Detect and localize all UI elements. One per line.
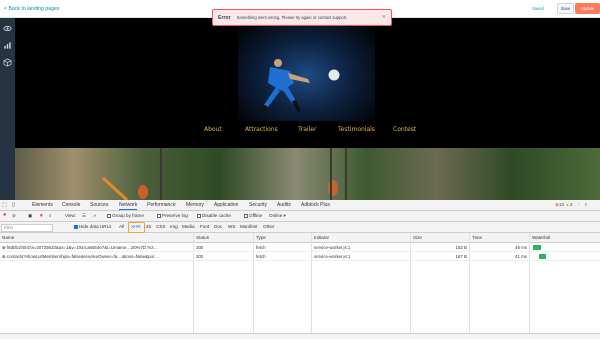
table-row[interactable]: ⊕ contacts?showListMemberships=false&res… [0,252,600,261]
type-filter-img[interactable]: Img [170,224,178,229]
tab-memory[interactable]: Memory [186,202,204,208]
preserve-log-checkbox[interactable]: Preserve log [157,213,188,218]
request-status: 200 [196,254,204,259]
tab-performance[interactable]: Performance [147,202,176,208]
type-filter-all[interactable]: All [119,224,124,229]
large-rows-icon[interactable]: ☰ [82,213,86,219]
type-filter-css[interactable]: CSS [156,224,165,229]
request-time: 41 ms [515,254,527,259]
hide-data-urls-checkbox[interactable]: Hide data URLs [74,224,111,229]
chart-icon[interactable] [3,41,12,50]
eye-icon[interactable] [3,24,12,33]
device-toggle-icon[interactable]: ▯ [12,202,15,208]
request-size: 182 B [455,245,467,250]
filter-icon[interactable]: ▼ [39,213,44,218]
column-name[interactable]: Name [2,235,14,240]
save-button[interactable]: Save [557,3,574,14]
request-time: 45 ms [515,245,527,250]
request-type: fetch [256,245,266,250]
request-name: ⊕ f8d0b1f4047a=20725633&ax=1&v=1044.a655… [2,245,159,250]
request-initiator-link[interactable]: service-worker.js:1 [314,254,350,259]
tab-security[interactable]: Security [249,202,267,208]
camera-icon[interactable]: ▣ [28,213,32,219]
close-devtools-icon[interactable]: × [585,202,588,207]
offline-label: Offline [249,213,263,218]
column-waterfall[interactable]: Waterfall [532,235,550,240]
type-filter-ws[interactable]: WS [228,224,235,229]
view-label: View: [65,213,77,218]
tab-sources[interactable]: Sources [90,202,108,208]
overview-icon[interactable]: ⩘ [93,213,96,218]
search-icon[interactable]: ⌕ [49,213,52,218]
inspect-icon[interactable]: ⬚ [2,202,7,208]
box-icon[interactable] [3,58,12,67]
nav-link-trailer[interactable]: Trailer [298,126,316,133]
clear-icon[interactable]: ⊘ [12,213,16,219]
network-table-header: Name Status Type Initiator Size Time Wat… [0,233,600,243]
tab-console[interactable]: Console [62,202,80,208]
tab-application[interactable]: Application [214,202,238,208]
update-button[interactable]: Update [575,3,600,14]
devtools-tab-bar: ⬚ ▯ Elements Console Sources Network Per… [0,200,600,211]
column-initiator[interactable]: Initiator [314,235,329,240]
disable-cache-checkbox[interactable]: Disable cache [197,213,231,218]
error-warning-counter[interactable]: ⊗13 ▲2 ⋮ × [555,202,587,208]
disable-cache-label: Disable cache [202,213,231,218]
column-time[interactable]: Time [472,235,482,240]
network-filter-bar: Filter Hide data URLs All XHR JS CSS Img… [0,222,600,233]
hide-data-urls-label: Hide data URLs [79,224,112,229]
tab-audits[interactable]: Audits [277,202,291,208]
request-name: ⊕ contacts?showListMemberships=false&res… [2,254,159,259]
tab-network[interactable]: Network [119,202,138,210]
nav-link-about[interactable]: About [204,126,222,133]
back-to-landing-pages-link[interactable]: < Back to landing pages [4,6,60,12]
record-icon[interactable]: ● [3,212,6,218]
error-title: Error [218,14,231,21]
table-row[interactable]: ⊕ f8d0b1f4047a=20725633&ax=1&v=1044.a655… [0,243,600,252]
jungle-scene-image [15,148,600,202]
type-filter-js[interactable]: JS [146,224,151,229]
error-message: Something went wrong. Please try again o… [236,15,348,20]
throttling-select[interactable]: Online ▾ [269,213,286,219]
column-status[interactable]: Status [196,235,209,240]
request-initiator-link[interactable]: service-worker.js:1 [314,245,350,250]
column-type[interactable]: Type [256,235,266,240]
type-filter-other[interactable]: Other [263,224,275,229]
waterfall-bar [533,245,541,250]
saved-status: Saved [532,6,544,11]
warning-count: 2 [569,202,573,207]
throttling-value: Online [269,213,283,218]
request-type: fetch [256,254,266,259]
tab-elements[interactable]: Elements [32,202,53,208]
type-filter-doc[interactable]: Doc [214,224,222,229]
error-toast: Error Something went wrong. Please try a… [212,9,392,26]
nav-link-contest[interactable]: Contest [393,126,416,133]
offline-checkbox[interactable]: Offline [244,213,262,218]
filter-input[interactable]: Filter [1,223,53,232]
type-filter-font[interactable]: Font [200,224,209,229]
close-icon[interactable]: × [382,14,386,21]
more-icon[interactable]: ⋮ [577,202,582,207]
network-toolbar: ● ⊘ ▣ ▼ ⌕ View: ☰ ⩘ Group by frame Prese… [0,211,600,222]
request-status: 200 [196,245,204,250]
waterfall-bar [539,254,546,259]
request-size: 167 B [455,254,467,259]
nav-link-testimonials[interactable]: Testimonials [338,126,375,133]
group-by-frame-label: Group by frame [112,213,144,218]
xhr-highlight-box [128,222,145,233]
nav-link-attractions[interactable]: Attractions [245,126,278,133]
group-by-frame-checkbox[interactable]: Group by frame [107,213,144,218]
preserve-log-label: Preserve log [162,213,188,218]
network-status-bar [0,333,600,339]
tab-adblock-plus[interactable]: Adblock Plus [301,202,330,208]
type-filter-manifest[interactable]: Manifest [240,224,257,229]
hero-image [238,21,375,121]
column-size[interactable]: Size [413,235,422,240]
error-count: 13 [558,202,564,207]
type-filter-media[interactable]: Media [182,224,195,229]
